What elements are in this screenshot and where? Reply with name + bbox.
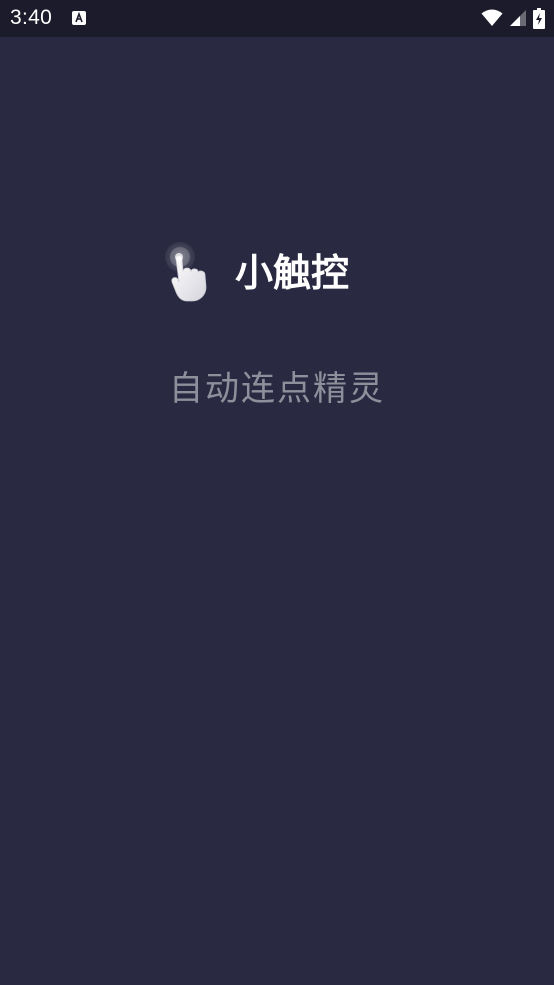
app-brand: 小触控 (163, 241, 349, 305)
status-bar: 3:40 (0, 0, 554, 37)
status-icons (481, 7, 545, 29)
app-slogan: 自动连点精灵 (169, 369, 385, 409)
tap-hand-icon (165, 242, 207, 302)
cellular-signal-icon (510, 10, 526, 26)
wifi-icon (481, 9, 503, 26)
text-notification-icon (72, 11, 86, 25)
status-time: 3:40 (10, 6, 53, 29)
app-name: 小触控 (235, 251, 350, 295)
battery-charging-icon (533, 7, 545, 29)
